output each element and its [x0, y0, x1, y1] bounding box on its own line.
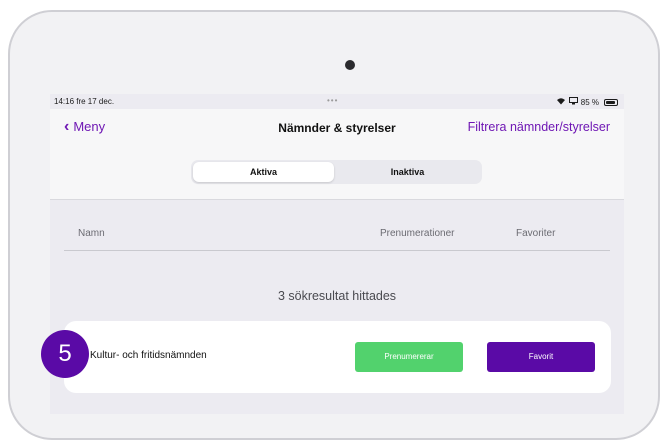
subscribe-button[interactable]: Prenumererar — [355, 342, 463, 372]
segmented-control: Aktiva Inaktiva — [191, 160, 482, 184]
results-count: 3 sökresultat hittades — [277, 289, 397, 303]
status-indicators: 85 % — [556, 97, 618, 107]
favorite-button[interactable]: Favorit — [487, 342, 595, 372]
column-header-name: Namn — [78, 228, 105, 239]
column-header-subscriptions: Prenumerationer — [380, 228, 455, 239]
header-divider — [64, 250, 610, 251]
column-header-favorites: Favoriter — [516, 228, 556, 239]
status-time: 14:16 fre 17 dec. — [54, 97, 115, 106]
filter-button[interactable]: Filtrera nämnder/styrelser — [468, 120, 610, 134]
screen-mirror-icon — [568, 97, 578, 107]
app-screen: 14:16 fre 17 dec. ••• 85 % ‹ Meny Nämnde… — [50, 94, 624, 414]
battery-icon — [604, 98, 618, 106]
step-number-badge: 5 — [41, 330, 89, 378]
multitasking-dots[interactable]: ••• — [327, 96, 338, 105]
segment-aktiva[interactable]: Aktiva — [193, 162, 334, 182]
wifi-icon — [556, 97, 566, 107]
battery-fill — [606, 100, 615, 104]
status-bar: 14:16 fre 17 dec. ••• 85 % — [50, 94, 624, 109]
camera — [345, 60, 355, 70]
committee-name: Kultur- och fritidsnämnden — [90, 350, 207, 361]
battery-percent: 85 % — [580, 97, 599, 107]
navigation-bar: ‹ Meny Nämnder & styrelser Filtrera nämn… — [50, 109, 624, 200]
segment-inaktiva[interactable]: Inaktiva — [337, 162, 478, 182]
list-item[interactable]: Kultur- och fritidsnämnden Prenumererar … — [64, 321, 611, 393]
